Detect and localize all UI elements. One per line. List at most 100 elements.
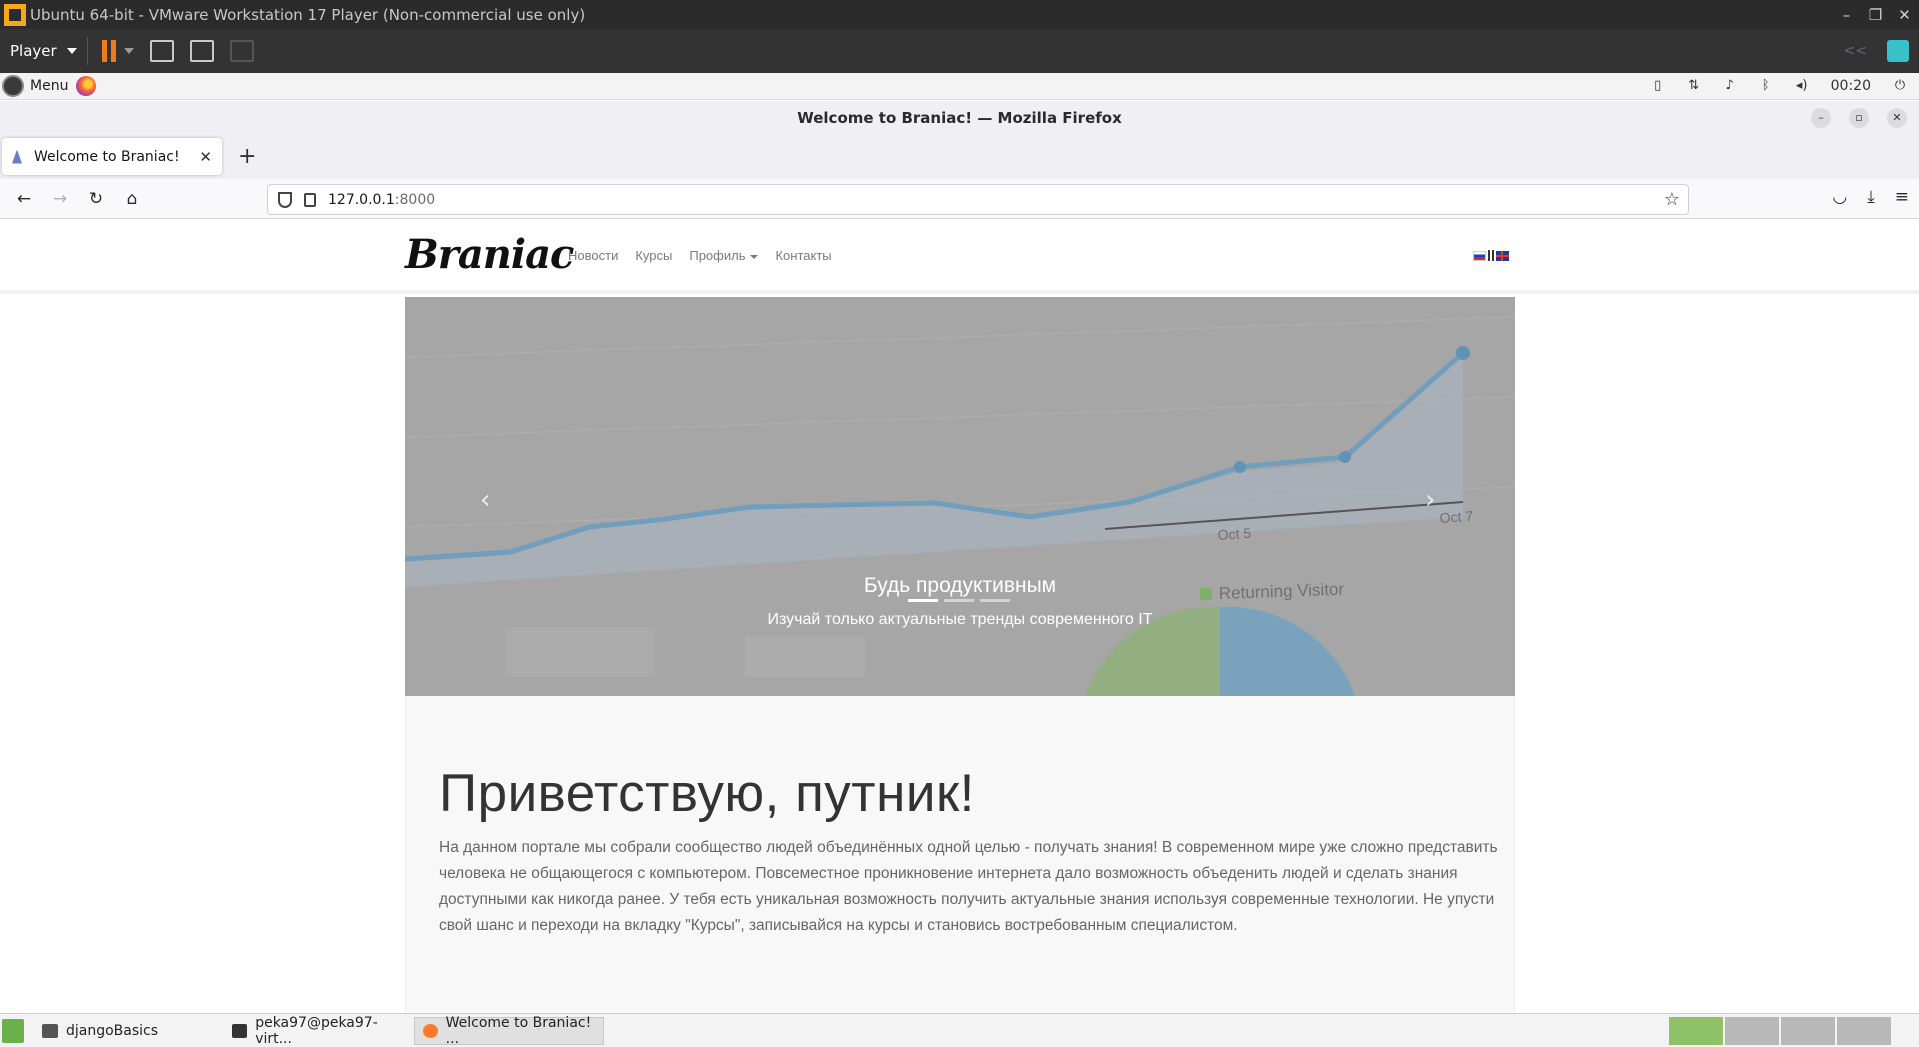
hero-carousel: Oct 5 Oct 7 Returning Visitor ‹ › Будь п…	[405, 297, 1515, 696]
firefox-maximize-button[interactable]: ▫	[1849, 108, 1869, 128]
site-nav: Новости Курсы Профиль Контакты	[568, 248, 832, 263]
site-favicon-icon	[12, 149, 22, 164]
terminal-icon	[232, 1023, 248, 1038]
back-button[interactable]: ←	[6, 189, 42, 209]
firefox-window-title: Welcome to Braniac! — Mozilla Firefox	[797, 108, 1122, 127]
tab-title: Welcome to Braniac!	[34, 148, 180, 165]
nav-profile-label: Профиль	[689, 248, 746, 263]
pocket-icon[interactable]: ◡	[1832, 187, 1847, 207]
new-tab-button[interactable]: +	[238, 144, 256, 169]
firefox-titlebar: Welcome to Braniac! — Mozilla Firefox – …	[0, 101, 1919, 134]
os-menu-button[interactable]: Menu	[2, 75, 68, 97]
web-page: Braniac Новости Курсы Профиль Контакты O	[0, 219, 1919, 1013]
downloads-icon[interactable]: ⤓	[1867, 187, 1875, 207]
page-info-icon[interactable]	[304, 192, 316, 207]
language-divider	[1492, 250, 1494, 261]
firefox-minimize-button[interactable]: –	[1811, 108, 1831, 128]
player-menu-button[interactable]: Player	[10, 42, 77, 60]
pause-dropdown-icon[interactable]	[123, 48, 134, 54]
chevron-down-icon	[66, 48, 77, 54]
ubuntu-menu-icon	[2, 75, 24, 97]
firefox-icon	[423, 1023, 438, 1038]
bookmark-star-icon[interactable]: ☆	[1664, 189, 1680, 210]
volume-icon[interactable]: ◂)	[1795, 79, 1809, 93]
app-menu-icon[interactable]: ≡	[1895, 187, 1909, 207]
carousel-prev-button[interactable]: ‹	[480, 485, 490, 515]
navigation-toolbar: ← → ↻ ⌂ 127.0.0.1 :8000 ☆ ◡ ⤓ ≡	[0, 179, 1919, 219]
clock[interactable]: 00:20	[1831, 78, 1871, 94]
workspace-1[interactable]	[1669, 1016, 1723, 1045]
nav-contacts[interactable]: Контакты	[775, 248, 831, 263]
vmware-window-title: Ubuntu 64-bit - VMware Workstation 17 Pl…	[30, 5, 586, 24]
welcome-section: Приветствую, путник! На данном портале м…	[405, 696, 1515, 1013]
chevron-down-icon	[750, 254, 759, 259]
taskbar-item-label: peka97@peka97-virt...	[255, 1014, 378, 1047]
taskbar-item-label: Welcome to Braniac! ...	[445, 1014, 592, 1047]
carousel-indicator-1[interactable]	[908, 599, 938, 602]
system-tray: ▯ ⇅ ♪ ᛒ ◂) 00:20 ⏻	[1651, 78, 1907, 94]
carousel-indicator-3[interactable]	[980, 599, 1010, 602]
url-port: :8000	[394, 191, 436, 208]
network-icon[interactable]: ⇅	[1687, 79, 1701, 93]
nav-news[interactable]: Новости	[568, 248, 618, 263]
send-ctrl-alt-del-icon[interactable]	[149, 40, 174, 62]
carousel-indicator-2[interactable]	[944, 599, 974, 602]
workspace-4[interactable]	[1837, 1016, 1891, 1045]
welcome-text: На данном портале мы собрали сообщество …	[439, 839, 1498, 934]
notifications-icon[interactable]: ♪	[1723, 79, 1737, 93]
firefox-launcher-icon[interactable]	[76, 76, 97, 96]
home-button[interactable]: ⌂	[114, 189, 150, 209]
taskbar-item-label: djangoBasics	[66, 1022, 159, 1039]
workspace-3[interactable]	[1781, 1016, 1835, 1045]
url-bar[interactable]: 127.0.0.1 :8000 ☆	[267, 184, 1689, 215]
clipboard-icon[interactable]: ▯	[1651, 79, 1665, 93]
toolbar-divider	[86, 37, 88, 65]
workspace-2[interactable]	[1725, 1016, 1779, 1045]
tab-strip: Welcome to Braniac! ✕ +	[0, 134, 1919, 179]
language-divider	[1488, 250, 1490, 261]
power-icon[interactable]: ⏻	[1893, 79, 1907, 93]
show-desktop-icon[interactable]	[2, 1018, 24, 1043]
firefox-close-button[interactable]: ✕	[1887, 108, 1907, 128]
fullscreen-icon[interactable]	[189, 40, 214, 62]
player-menu-label: Player	[10, 42, 57, 60]
workspace-switcher	[1669, 1016, 1891, 1045]
os-top-panel: Menu ▯ ⇅ ♪ ᛒ ◂) 00:20 ⏻	[0, 73, 1919, 100]
carousel-background-image: Oct 5 Oct 7 Returning Visitor	[405, 297, 1515, 696]
taskbar-item-firefox[interactable]: Welcome to Braniac! ...	[414, 1014, 604, 1047]
bg-label-oct7: Oct 7	[1439, 508, 1474, 526]
folder-icon	[42, 1023, 58, 1038]
notes-icon[interactable]	[1887, 40, 1909, 62]
carousel-indicators	[908, 599, 1010, 602]
carousel-next-button[interactable]: ›	[1425, 485, 1435, 515]
taskbar-item-files[interactable]: djangoBasics	[34, 1017, 224, 1045]
vmware-toolbar: Player <<	[0, 29, 1919, 73]
welcome-heading: Приветствую, путник!	[439, 764, 975, 823]
os-menu-label: Menu	[30, 78, 69, 94]
tracking-protection-icon[interactable]	[278, 191, 292, 208]
nav-courses[interactable]: Курсы	[635, 248, 672, 263]
minimize-button[interactable]: –	[1832, 6, 1861, 24]
restore-button[interactable]: ❐	[1861, 6, 1890, 24]
bluetooth-icon[interactable]: ᛒ	[1759, 79, 1773, 93]
site-header: Braniac Новости Курсы Профиль Контакты	[0, 219, 1919, 294]
reload-button[interactable]: ↻	[78, 189, 114, 209]
site-logo[interactable]: Braniac	[405, 231, 574, 278]
english-flag-icon[interactable]	[1496, 250, 1509, 261]
tab-close-icon[interactable]: ✕	[199, 148, 212, 166]
tab-welcome[interactable]: Welcome to Braniac! ✕	[2, 138, 222, 175]
carousel-title: Будь продуктивным	[863, 574, 1057, 597]
pause-button[interactable]	[101, 40, 116, 62]
language-switcher	[1473, 250, 1509, 261]
vmware-titlebar: Ubuntu 64-bit - VMware Workstation 17 Pl…	[0, 0, 1919, 29]
carousel-subtitle: Изучай только актуальные тренды современ…	[767, 611, 1153, 628]
back-to-host-icon[interactable]: <<	[1844, 43, 1867, 59]
bg-label-oct5: Oct 5	[1217, 525, 1252, 543]
russian-flag-icon[interactable]	[1473, 250, 1486, 261]
forward-button[interactable]: →	[42, 189, 78, 209]
taskbar-item-terminal[interactable]: peka97@peka97-virt...	[224, 1014, 414, 1047]
unity-icon[interactable]	[229, 40, 254, 62]
vmware-logo-icon	[4, 3, 26, 26]
nav-profile-dropdown[interactable]: Профиль	[689, 248, 759, 263]
close-button[interactable]: ✕	[1890, 6, 1919, 24]
